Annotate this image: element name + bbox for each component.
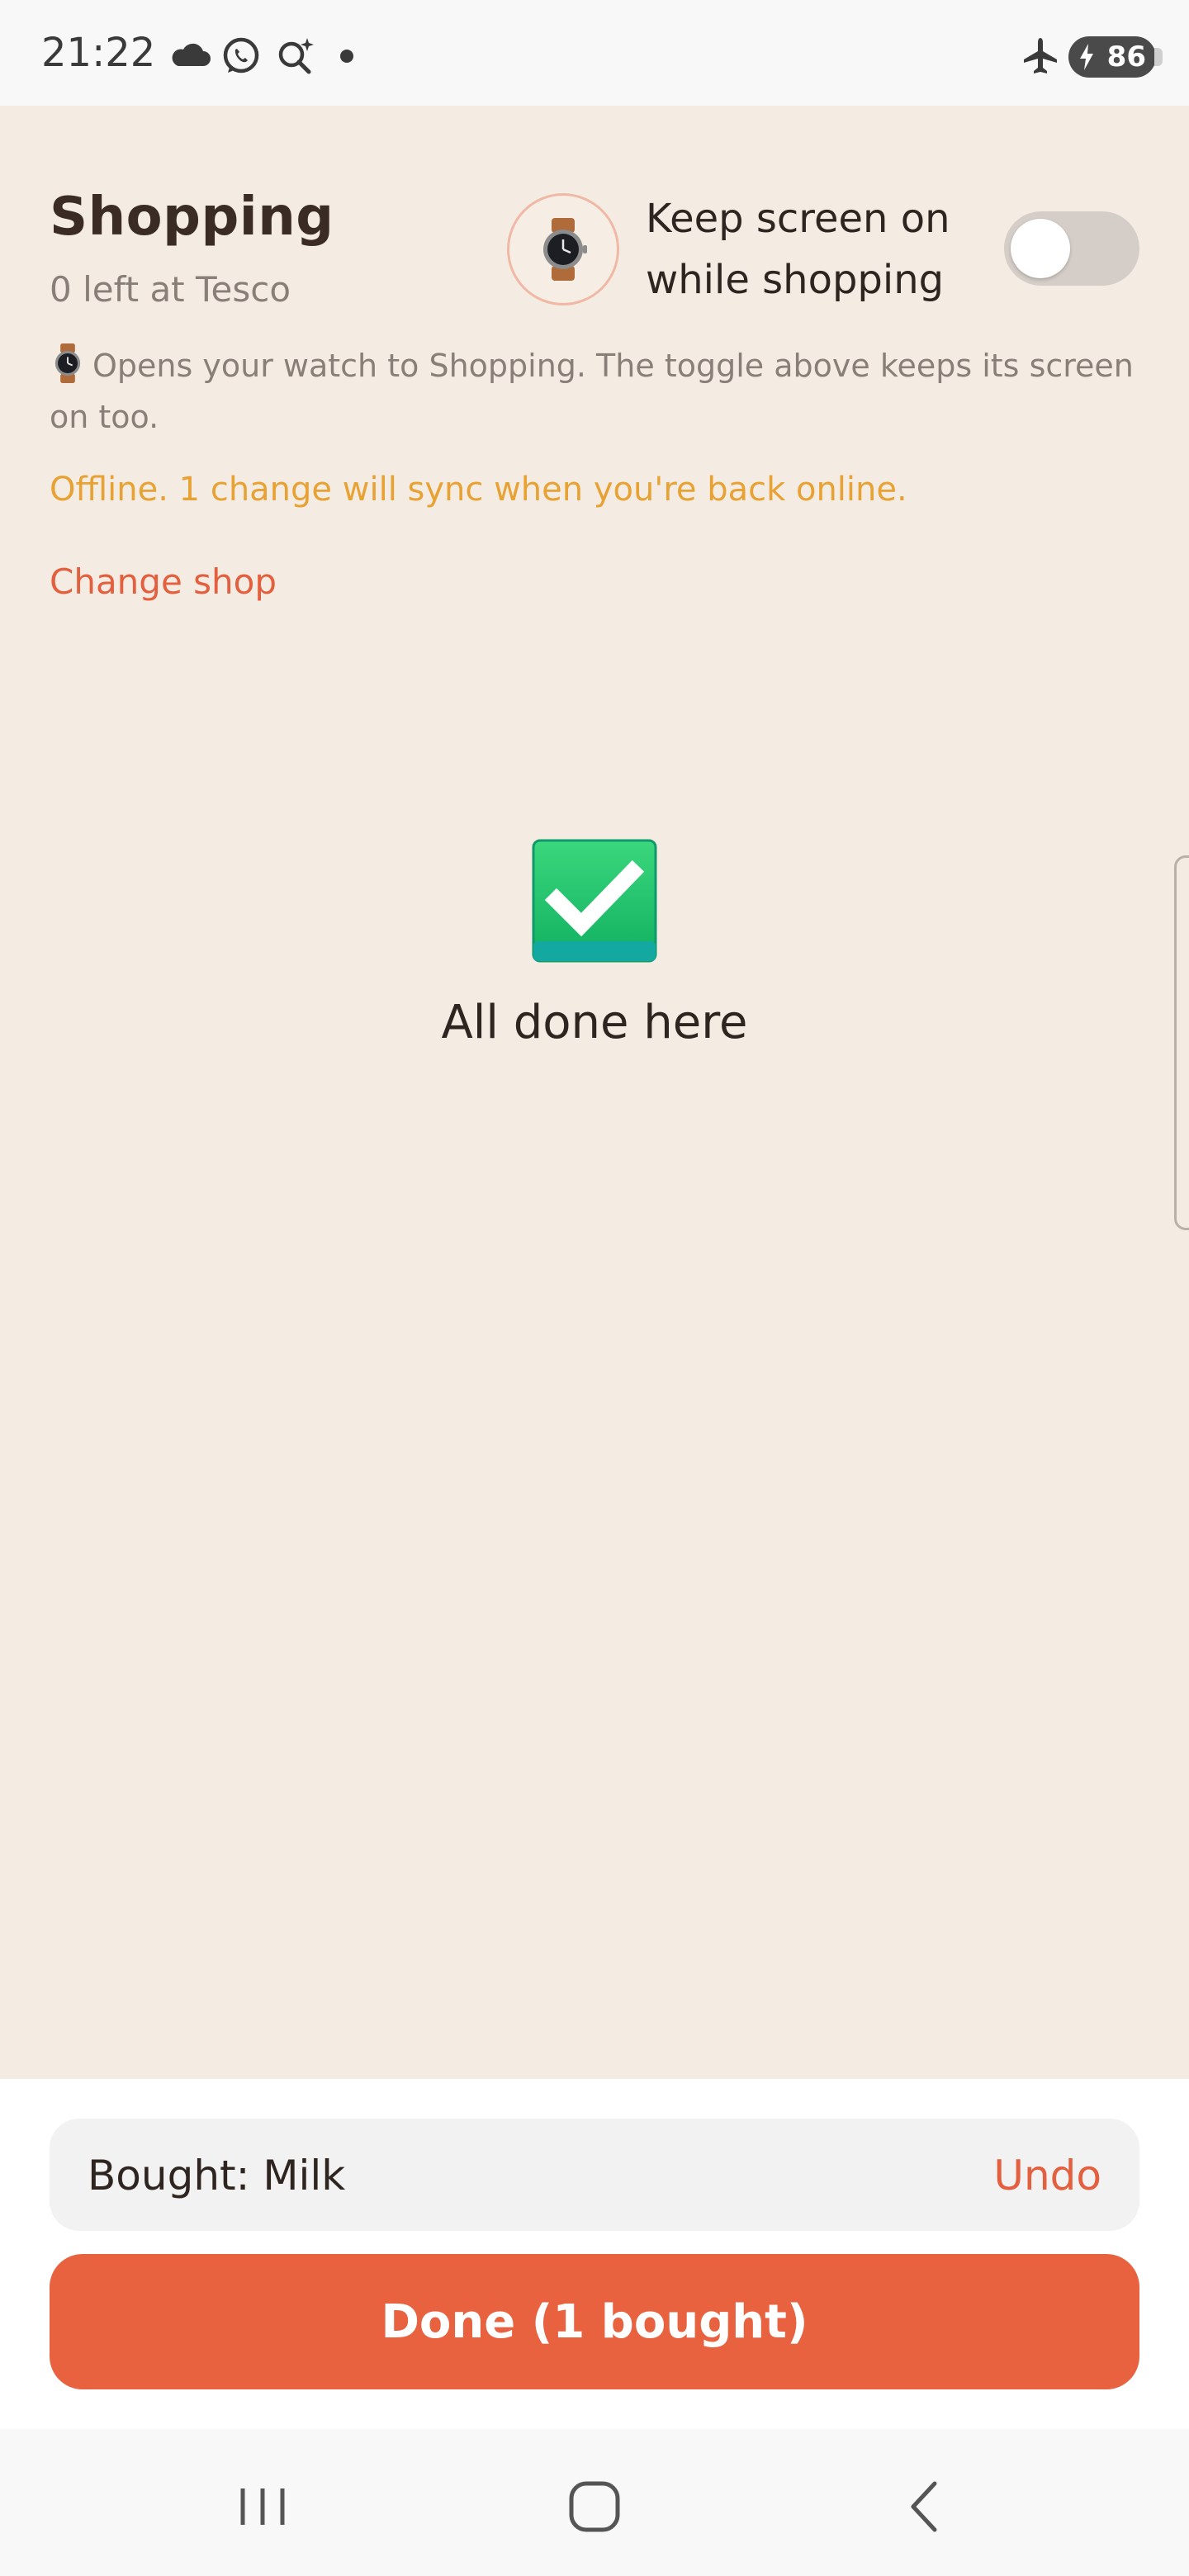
cloud-icon — [172, 43, 211, 66]
open-watch-button[interactable] — [507, 193, 619, 305]
change-shop-link[interactable]: Change shop — [50, 561, 277, 602]
battery-level: 86 — [1106, 40, 1146, 73]
navigation-bar — [0, 2429, 1189, 2576]
bottom-panel: Bought: Milk Undo Done (1 bought) — [0, 2079, 1189, 2429]
check-mark-button-icon — [532, 839, 657, 963]
battery-indicator: 86 — [1068, 36, 1163, 78]
battery-tip — [1154, 48, 1163, 66]
airplane-mode-icon — [1024, 38, 1057, 73]
edge-panel-handle[interactable] — [1174, 855, 1189, 1230]
watch-icon — [54, 343, 81, 383]
whatsapp-icon — [223, 37, 259, 73]
keep-screen-on-label: Keep screen on while shopping — [646, 196, 950, 303]
battery-charging-icon — [1080, 44, 1093, 70]
watch-info-label: Opens your watch to Shopping. The toggle… — [50, 348, 1134, 435]
page-subtitle: 0 left at Tesco — [50, 269, 291, 310]
status-bar: 21:22 86 — [0, 0, 1189, 106]
watch-info-text: Opens your watch to Shopping. The toggle… — [50, 340, 1139, 443]
back-icon[interactable] — [893, 2474, 959, 2540]
offline-banner: Offline. 1 change will sync when you're … — [50, 471, 907, 509]
recents-icon[interactable] — [230, 2474, 296, 2540]
keep-screen-on-toggle[interactable] — [1004, 211, 1139, 286]
dot-icon — [340, 50, 353, 63]
undo-snackbar: Bought: Milk Undo — [50, 2119, 1139, 2231]
page-title: Shopping — [50, 187, 334, 248]
status-time: 21:22 — [41, 30, 156, 76]
home-icon[interactable] — [561, 2474, 628, 2540]
done-button[interactable]: Done (1 bought) — [50, 2254, 1139, 2389]
undo-button[interactable]: Undo — [993, 2152, 1101, 2200]
empty-state-text: All done here — [441, 996, 748, 1049]
snackbar-text: Bought: Milk — [88, 2152, 346, 2200]
watch-icon — [543, 218, 587, 281]
magic-search-icon — [278, 38, 314, 74]
toggle-knob — [1011, 219, 1070, 278]
